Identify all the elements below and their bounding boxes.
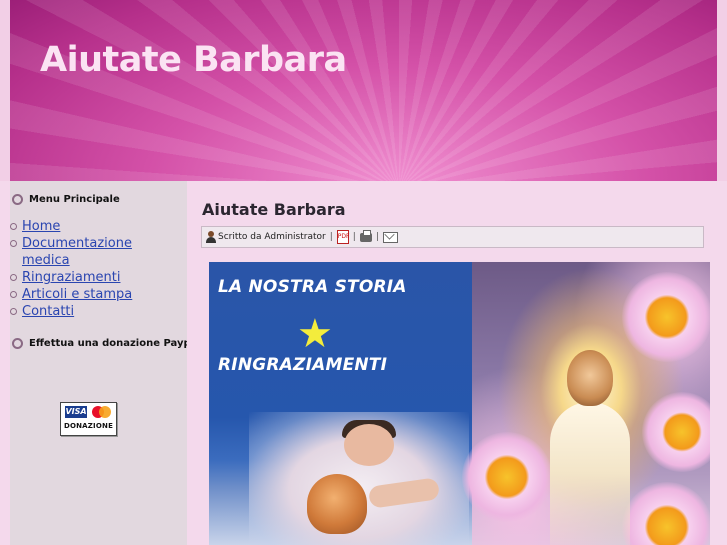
- donation-title-text: Effettua una donazione Paypal: [29, 338, 201, 349]
- banner-text-ringraziamenti: RINGRAZIAMENTI: [218, 355, 388, 375]
- figure-robe: [550, 402, 630, 545]
- pdf-icon[interactable]: PDF: [336, 230, 349, 244]
- photo-arm: [367, 477, 441, 509]
- flower-image: [462, 432, 552, 522]
- menu-link-ringraziamenti[interactable]: Ringraziamenti: [22, 270, 120, 285]
- card-logos: VISA: [61, 406, 116, 418]
- donation-title: Effettua una donazione Paypal: [12, 338, 201, 349]
- paypal-donate-button[interactable]: VISA DONAZIONE: [60, 402, 117, 436]
- article-title: Aiutate Barbara: [202, 200, 346, 219]
- banner-text-storia: LA NOSTRA STORIA: [218, 277, 407, 297]
- photo-cat: [307, 474, 367, 534]
- print-icon[interactable]: [359, 229, 372, 242]
- family-photo: [249, 412, 469, 545]
- menu-link-home[interactable]: Home: [22, 219, 60, 234]
- separator: |: [375, 232, 379, 242]
- author-text: Scritto da Administrator: [218, 232, 326, 242]
- photo-face: [344, 424, 394, 466]
- email-icon[interactable]: [382, 231, 398, 243]
- menu-link-articoli[interactable]: Articoli e stampa: [22, 287, 132, 302]
- menu-link-documentazione[interactable]: Documentazione medica: [22, 236, 132, 268]
- separator: |: [352, 232, 356, 242]
- site-title: Aiutate Barbara: [40, 40, 347, 80]
- article-banner-image: LA NOSTRA STORIA ★ RINGRAZIAMENTI: [209, 262, 710, 545]
- visa-logo: VISA: [65, 406, 87, 418]
- user-icon: [206, 231, 216, 243]
- menu-item-contatti: Contatti: [10, 303, 170, 320]
- main-menu-title: Menu Principale: [12, 194, 120, 205]
- menu-item-documentazione: Documentazione medica: [10, 235, 170, 269]
- donate-label: DONAZIONE: [63, 422, 114, 430]
- flower-image: [622, 482, 710, 545]
- bullet-icon: [12, 194, 23, 205]
- article-info-bar: Scritto da Administrator | PDF | |: [201, 226, 704, 248]
- menu-item-articoli: Articoli e stampa: [10, 286, 170, 303]
- star-icon: ★: [297, 311, 333, 357]
- page-margin-left: [0, 0, 10, 181]
- banner-right-panel: [462, 262, 710, 545]
- figure-face: [567, 350, 613, 406]
- menu-item-home: Home: [10, 218, 170, 235]
- flower-image: [622, 272, 710, 362]
- mastercard-logo: [90, 406, 112, 418]
- flower-image: [642, 392, 710, 472]
- banner-left-panel: LA NOSTRA STORIA ★ RINGRAZIAMENTI: [209, 262, 472, 545]
- site-header: Aiutate Barbara: [10, 0, 717, 181]
- main-menu: Home Documentazione medica Ringraziament…: [10, 218, 170, 320]
- separator: |: [329, 232, 333, 242]
- bullet-icon: [12, 338, 23, 349]
- menu-item-ringraziamenti: Ringraziamenti: [10, 269, 170, 286]
- page-margin-right: [717, 0, 727, 181]
- menu-link-contatti[interactable]: Contatti: [22, 304, 74, 319]
- main-menu-title-text: Menu Principale: [29, 194, 120, 205]
